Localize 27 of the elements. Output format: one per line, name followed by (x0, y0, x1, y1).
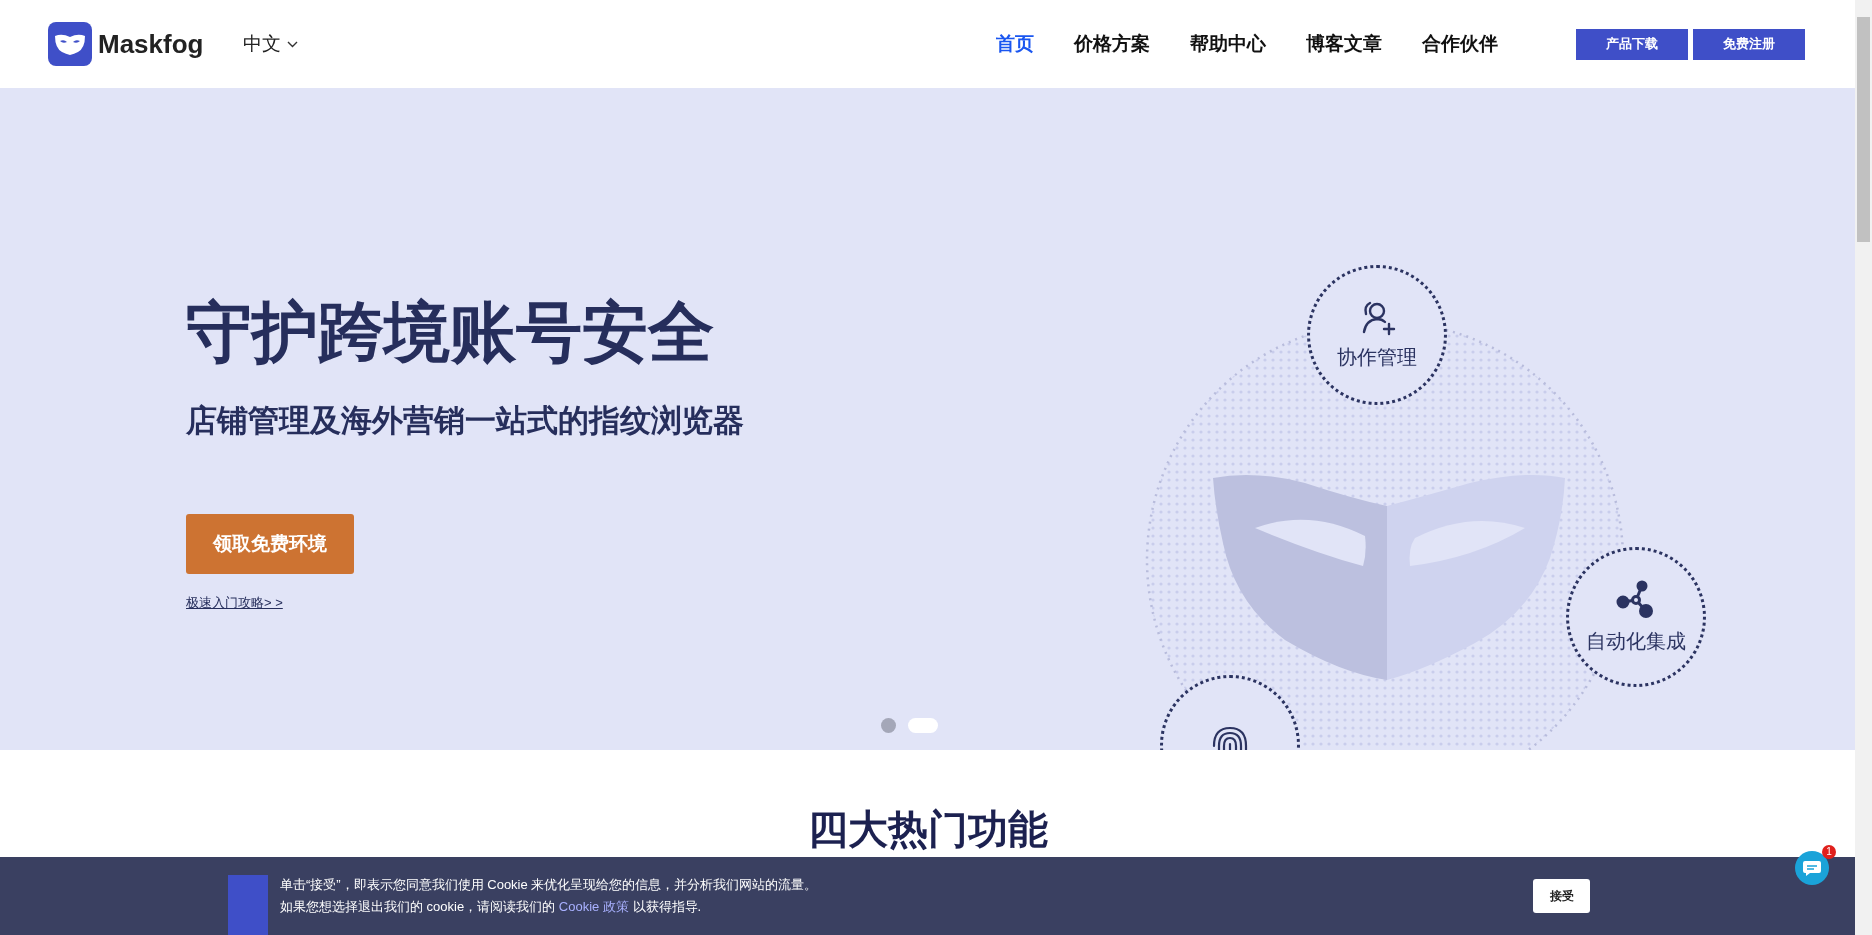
nav-link[interactable]: 首页 (996, 31, 1034, 57)
carousel-dot[interactable] (881, 718, 896, 733)
accept-button[interactable]: 接受 (1533, 879, 1590, 913)
nav-link[interactable]: 博客文章 (1306, 31, 1382, 57)
hero-subtitle: 店铺管理及海外营销一站式的指纹浏览器 (186, 402, 744, 441)
feature-label: 协作管理 (1337, 344, 1417, 370)
hero-title: 守护跨境账号安全 (186, 294, 714, 371)
cookie-policy-link[interactable]: Cookie 政策 (558, 899, 629, 914)
header-button[interactable]: 免费注册 (1693, 28, 1805, 60)
chevron-down-icon (287, 40, 299, 48)
cookie-opt-out-text: 如果您想选择退出我们的 cookie，请阅读我们的 Cookie 政策 以获得指导. (280, 898, 703, 916)
nav-link[interactable]: 帮助中心 (1190, 31, 1266, 57)
quick-start-link[interactable]: 极速入门攻略> > (186, 594, 283, 613)
nav-link[interactable]: 价格方案 (1074, 31, 1150, 57)
unread-count-badge: 1 (1822, 845, 1836, 859)
chat-bubble-icon (1802, 859, 1822, 877)
mask-logo-icon[interactable] (48, 22, 92, 66)
section-title: 四大热门功能 (807, 806, 1048, 853)
network-nodes-icon (1616, 579, 1656, 620)
scrollbar[interactable] (1855, 0, 1872, 935)
cookie-notice-text: 单击“接受”，即表示您同意我们使用 Cookie 来优化呈现给您的信息，并分析我们网站的流量。 (280, 876, 818, 894)
nav-link[interactable]: 合作伙伴 (1422, 31, 1498, 57)
header-button[interactable]: 产品下载 (1576, 28, 1688, 60)
brand-name[interactable]: Maskfog (98, 28, 204, 60)
feature-label: 自动化集成 (1586, 628, 1686, 654)
language-dropdown[interactable]: 中文 (243, 31, 299, 57)
accent-block (228, 875, 268, 935)
